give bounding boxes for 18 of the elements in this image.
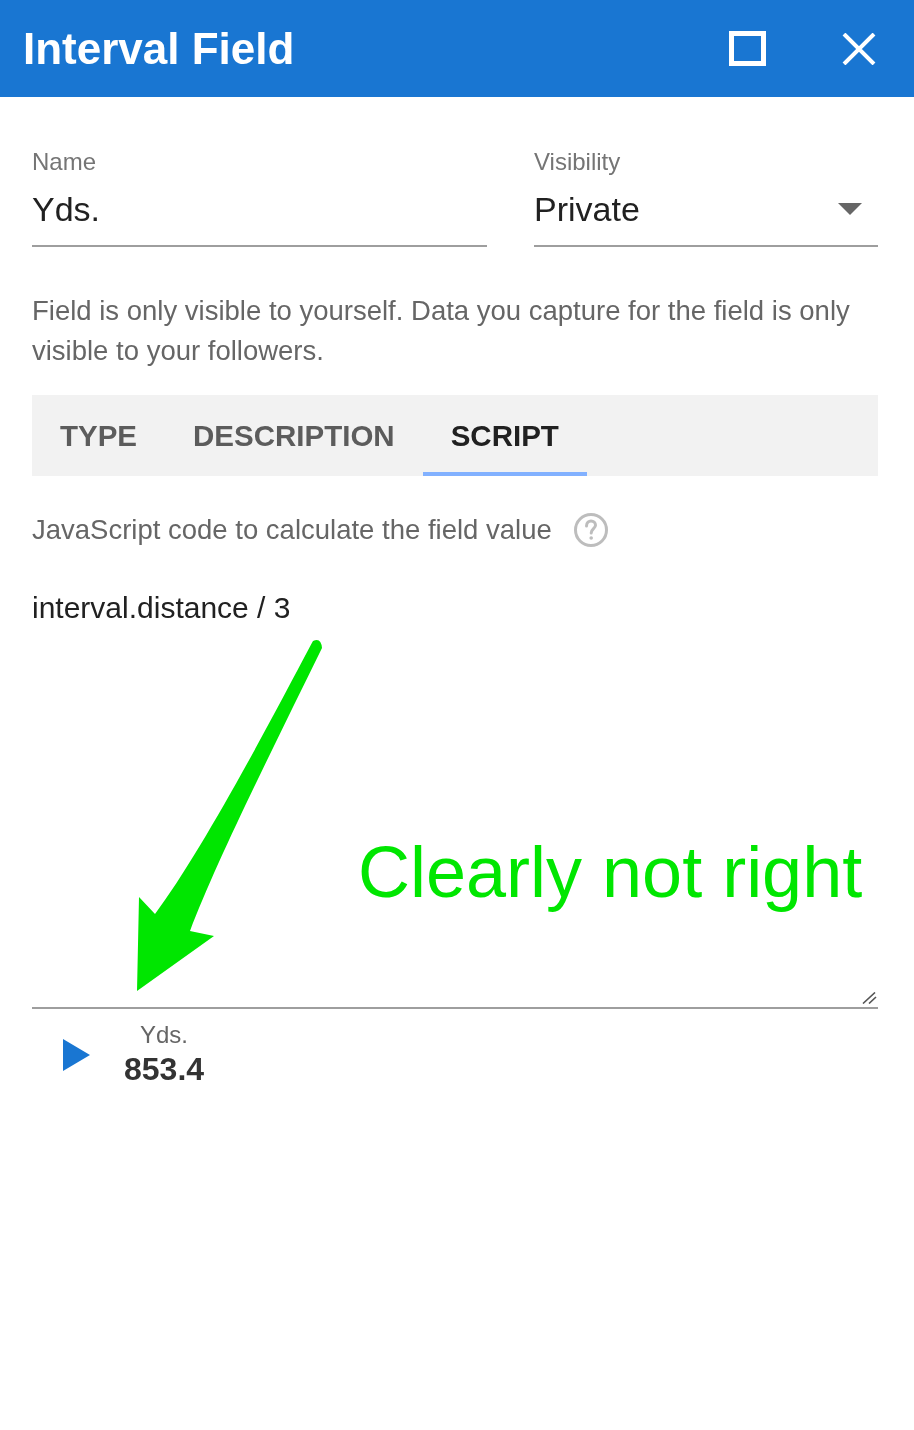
- result-value: 853.4: [124, 1050, 205, 1089]
- name-field[interactable]: Yds.: [32, 187, 487, 247]
- visibility-help-text: Field is only visible to yourself. Data you capture for the field is only visible to your followers.: [32, 294, 851, 368]
- result-label: Yds.: [140, 1021, 189, 1049]
- visibility-dropdown[interactable]: Private: [534, 187, 878, 247]
- arrow-icon: [135, 639, 325, 993]
- caret-icon: [838, 203, 862, 215]
- window-title: Interval Field: [23, 26, 296, 71]
- tab[interactable]: DESCRIPTION: [165, 395, 423, 476]
- name-label: Name: [32, 148, 97, 176]
- resize-handle-icon[interactable]: [862, 992, 877, 1004]
- tab[interactable]: TYPE: [32, 395, 166, 476]
- close-icon[interactable]: [842, 32, 876, 65]
- visibility-label: Visibility: [534, 148, 621, 176]
- maximize-icon[interactable]: [729, 31, 766, 66]
- tab[interactable]: SCRIPT: [422, 395, 587, 476]
- script-label: JavaScript code to calculate the field value: [32, 513, 552, 547]
- play-icon[interactable]: [63, 1039, 90, 1071]
